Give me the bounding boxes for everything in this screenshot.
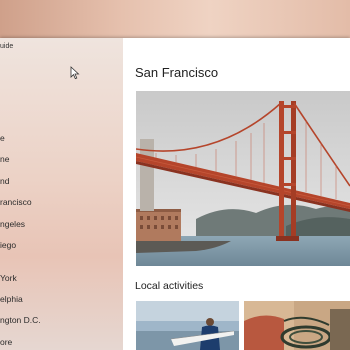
sidebar-item-new-york[interactable]: York [0, 271, 118, 285]
sidebar-item-2[interactable]: ne [0, 152, 118, 166]
hero-image [136, 91, 350, 266]
sidebar-item-3[interactable]: nd [0, 174, 118, 188]
boat-rigging-photo-icon [244, 301, 350, 350]
sidebar: uide e ne nd rancisco ngeles iego York e… [0, 38, 123, 350]
main-content: San Francisco Local activities [123, 38, 350, 350]
surfer-photo-icon [136, 301, 239, 350]
sidebar-item-san-diego[interactable]: iego [0, 238, 118, 252]
mouse-cursor-icon [70, 66, 80, 80]
sidebar-item-washington-dc[interactable]: ngton D.C. [0, 313, 118, 327]
sidebar-item-philadelphia[interactable]: elphia [0, 292, 118, 306]
activity-card-sailing[interactable] [244, 301, 350, 350]
local-activities-heading: Local activities [135, 280, 204, 292]
golden-gate-bridge-illustration [136, 91, 350, 266]
desktop-background [0, 0, 350, 40]
sidebar-item-los-angeles[interactable]: ngeles [0, 217, 118, 231]
sidebar-item-baltimore[interactable]: ore [0, 335, 118, 349]
activity-card-surfing[interactable] [136, 301, 239, 350]
app-title: uide [0, 43, 14, 50]
app-window: uide e ne nd rancisco ngeles iego York e… [0, 38, 350, 350]
page-title: San Francisco [135, 65, 219, 80]
sidebar-item-san-francisco[interactable]: rancisco [0, 195, 118, 209]
sidebar-item-1[interactable]: e [0, 131, 118, 145]
